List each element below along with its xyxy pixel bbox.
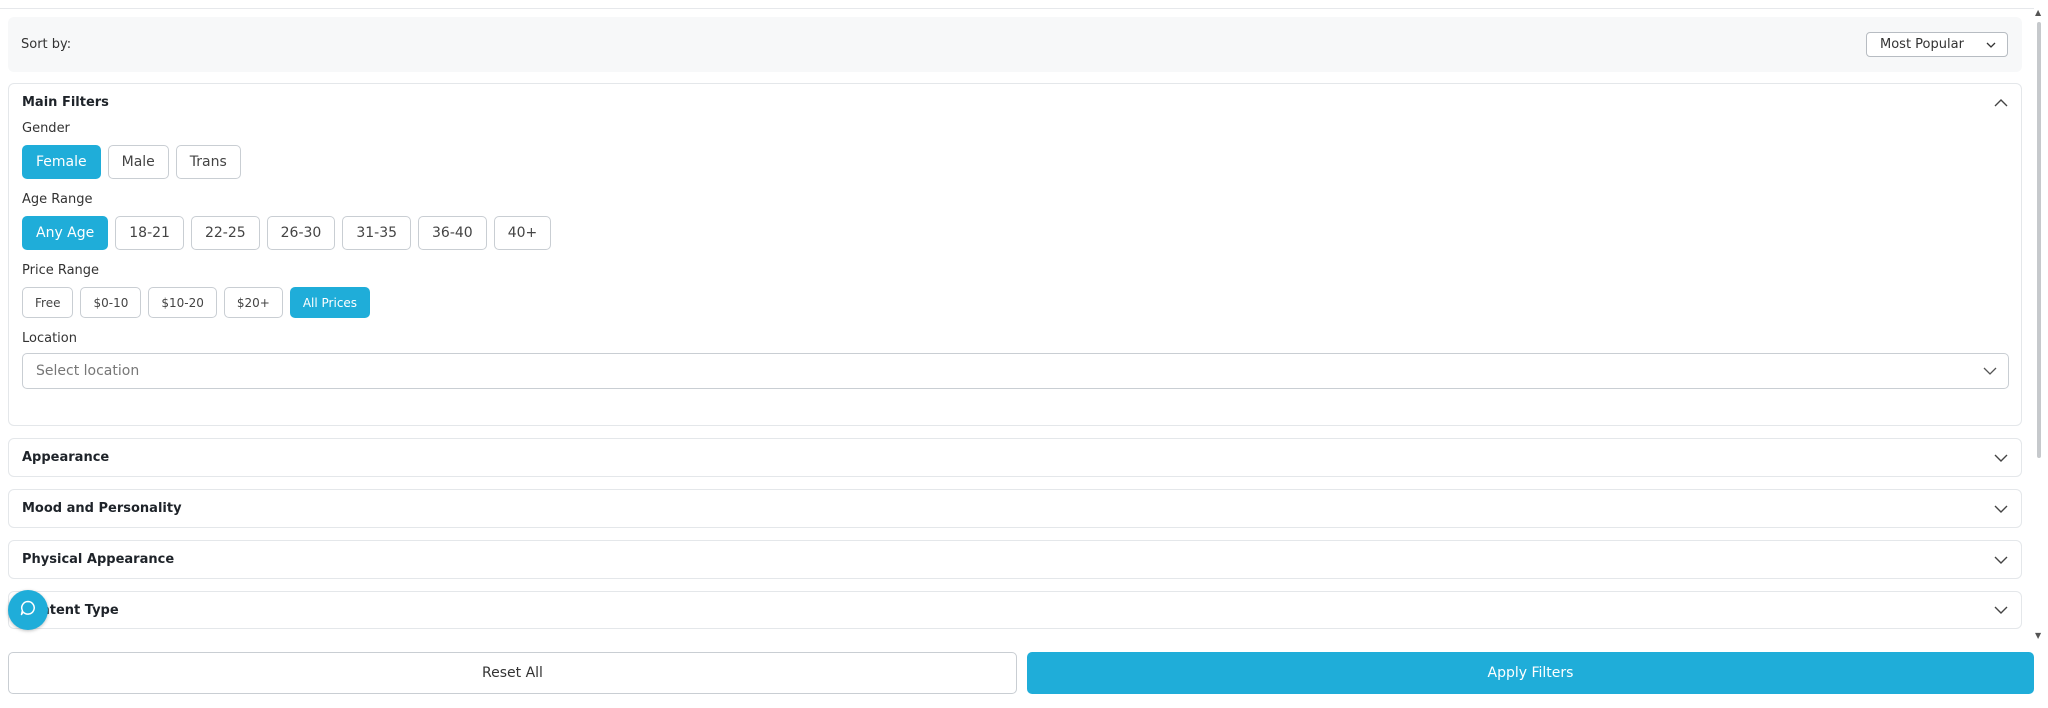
price-chip-10-20[interactable]: $10-20: [148, 287, 217, 318]
section-physical-title: Physical Appearance: [22, 552, 175, 567]
age-range-options: Any Age 18-21 22-25 26-30 31-35 36-40 40…: [22, 216, 2009, 250]
age-range-label: Age Range: [22, 192, 93, 207]
location-select[interactable]: Select location: [22, 353, 2009, 389]
gender-chip-female[interactable]: Female: [22, 145, 101, 179]
age-chip-40-plus[interactable]: 40+: [493, 216, 552, 250]
reset-all-button[interactable]: Reset All: [8, 652, 1017, 694]
chevron-down-icon: [1993, 501, 2009, 517]
main-filters-section: Main Filters Gender Female Male Trans Ag…: [8, 83, 2022, 426]
section-mood-personality[interactable]: Mood and Personality: [8, 489, 2022, 528]
sort-select[interactable]: Most Popular: [1866, 32, 2008, 57]
sort-bar: Sort by: Most Popular: [8, 17, 2022, 72]
age-chip-any[interactable]: Any Age: [22, 216, 109, 250]
action-bar: Reset All Apply Filters: [8, 652, 2034, 694]
gender-label: Gender: [22, 121, 70, 136]
scroll-up-icon[interactable]: ▲: [2035, 8, 2041, 17]
main-filters-title: Main Filters: [22, 95, 109, 110]
price-chip-0-10[interactable]: $0-10: [80, 287, 142, 318]
price-chip-20-plus[interactable]: $20+: [223, 287, 283, 318]
main-filters-header[interactable]: Main Filters: [22, 84, 2009, 121]
chevron-up-icon[interactable]: [1993, 95, 2009, 111]
scroll-down-icon[interactable]: ▼: [2035, 631, 2041, 640]
section-appearance[interactable]: Appearance: [8, 438, 2022, 477]
sort-label: Sort by:: [21, 37, 72, 52]
scrollbar[interactable]: ▲ ▼: [2034, 8, 2044, 640]
chevron-down-icon: [1993, 552, 2009, 568]
section-mood-title: Mood and Personality: [22, 501, 182, 516]
price-chip-all[interactable]: All Prices: [289, 287, 371, 318]
apply-filters-button[interactable]: Apply Filters: [1027, 652, 2034, 694]
filters-panel: Sort by: Most Popular Main Filters Gende…: [8, 17, 2022, 629]
chat-button[interactable]: [8, 590, 48, 630]
sort-selected-value: Most Popular: [1880, 37, 1964, 52]
gender-chip-trans[interactable]: Trans: [175, 145, 241, 179]
price-chip-free[interactable]: Free: [22, 287, 74, 318]
section-content-type[interactable]: Content Type: [8, 591, 2022, 629]
top-divider: [0, 0, 2034, 9]
age-chip-18-21[interactable]: 18-21: [115, 216, 184, 250]
location-placeholder: Select location: [36, 363, 140, 379]
price-range-options: Free $0-10 $10-20 $20+ All Prices: [22, 287, 2009, 318]
age-chip-36-40[interactable]: 36-40: [418, 216, 487, 250]
chat-bubble-icon: [19, 599, 37, 621]
age-chip-31-35[interactable]: 31-35: [342, 216, 412, 250]
price-range-label: Price Range: [22, 263, 100, 278]
section-physical-appearance[interactable]: Physical Appearance: [8, 540, 2022, 579]
gender-options: Female Male Trans: [22, 145, 2009, 179]
chevron-down-icon: [1982, 363, 1998, 379]
scrollbar-thumb[interactable]: [2037, 22, 2041, 458]
location-label: Location: [22, 331, 77, 346]
chevron-down-icon: [1983, 37, 1999, 53]
gender-chip-male[interactable]: Male: [107, 145, 169, 179]
chevron-down-icon: [1993, 450, 2009, 466]
age-chip-26-30[interactable]: 26-30: [266, 216, 336, 250]
age-chip-22-25[interactable]: 22-25: [190, 216, 260, 250]
chevron-down-icon: [1993, 602, 2009, 618]
section-appearance-title: Appearance: [22, 450, 110, 465]
